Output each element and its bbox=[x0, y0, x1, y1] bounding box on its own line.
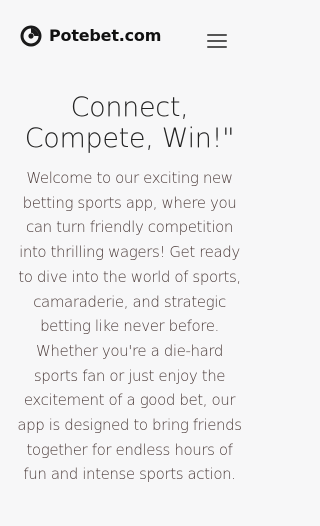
site-header: Potebet.com bbox=[0, 0, 259, 72]
menu-line bbox=[207, 46, 227, 48]
hamburger-menu-icon[interactable] bbox=[204, 29, 230, 51]
hero-section: Connect, Compete, Win!" Welcome to our e… bbox=[0, 92, 259, 487]
brand-home-link[interactable]: Potebet.com bbox=[19, 24, 161, 48]
brand-name: Potebet.com bbox=[49, 26, 162, 45]
menu-line bbox=[207, 34, 227, 36]
hero-title: Connect, Compete, Win!" bbox=[24, 92, 235, 154]
menu-line bbox=[207, 40, 227, 42]
hero-description: Welcome to our exciting new betting spor… bbox=[17, 169, 242, 484]
potebet-logo-icon bbox=[20, 25, 42, 47]
